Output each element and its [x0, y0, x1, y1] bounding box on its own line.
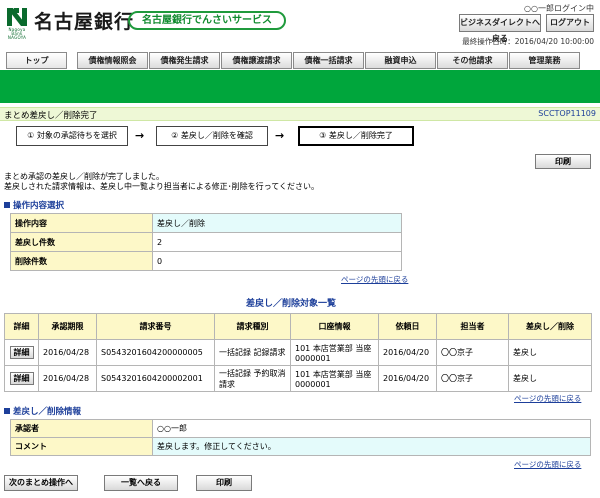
detail-cell: 詳細: [4, 339, 39, 366]
request-no-cell: S0543201604200000005: [96, 339, 215, 366]
remand-instruction: 差戻しされた請求情報は、差戻し中一覧より担当者による修正･削除を行ってください。: [4, 182, 319, 191]
account-cell: 101 本店営業部 当座 0000001: [290, 339, 379, 366]
tab-other-requests[interactable]: その他請求: [437, 52, 508, 69]
remand-info-table: 承認者 ○○一郎 コメント 差戻します。修正してください。: [10, 419, 591, 456]
tab-claim-transfer[interactable]: 債権譲渡請求: [221, 52, 292, 69]
back-to-top-link-1[interactable]: ページの先頭に戻る: [341, 274, 408, 285]
col-action: 差戻し／削除: [508, 313, 592, 340]
col-person: 担当者: [436, 313, 509, 340]
table-header-row: 詳細 承認期限 請求番号 請求種別 口座情報 依頼日 担当者 差戻し／削除: [4, 313, 592, 340]
section-square-icon: [4, 408, 10, 414]
list-title: 差戻し／削除対象一覧: [246, 299, 337, 309]
back-to-top-link-2[interactable]: ページの先頭に戻る: [514, 393, 581, 404]
screen-id: SCCTOP11109: [538, 109, 596, 118]
deadline-cell: 2016/04/28: [38, 365, 97, 392]
tab-admin[interactable]: 管理業務: [509, 52, 580, 69]
section-square-icon: [4, 202, 10, 208]
col-request-date: 依頼日: [378, 313, 437, 340]
request-date-cell: 2016/04/20: [378, 339, 437, 366]
delete-count-value: 0: [152, 251, 402, 271]
delete-count-label: 削除件数: [10, 251, 153, 271]
table-row: 削除件数 0: [10, 251, 402, 271]
remand-count-label: 差戻し件数: [10, 232, 153, 252]
comment-value: 差戻します。修正してください。: [152, 437, 591, 456]
detail-button[interactable]: 詳細: [9, 372, 34, 385]
tab-top[interactable]: トップ: [6, 52, 67, 69]
logo-subtext: Nagoya Bank NAGOYA: [7, 27, 27, 40]
tab-loan-application[interactable]: 融資申込: [365, 52, 436, 69]
person-cell: 〇〇京子: [436, 339, 509, 366]
col-request-no: 請求番号: [96, 313, 215, 340]
table-row: 詳細 2016/04/28 S0543201604200002001 一括記録 …: [4, 365, 592, 392]
deadline-cell: 2016/04/28: [38, 339, 97, 366]
operation-section-title: 操作内容選択: [13, 201, 65, 211]
table-row: 操作内容 差戻し／削除: [10, 213, 402, 233]
operation-table: 操作内容 差戻し／削除 差戻し件数 2 削除件数 0: [10, 213, 402, 271]
approver-label: 承認者: [10, 419, 153, 438]
remand-section-heading: 差戻し／削除情報: [4, 405, 81, 417]
step-complete: ③ 差戻し／削除完了: [298, 126, 414, 146]
request-type-cell: 一括記録 記録請求: [214, 339, 291, 366]
login-user: ○○一郎ログイン中: [524, 4, 594, 13]
tab-bulk-request[interactable]: 債権一括請求: [293, 52, 364, 69]
col-detail: 詳細: [4, 313, 39, 340]
last-operation-time: 最終操作日時：2016/04/20 10:00:00: [462, 37, 594, 46]
step-arrow-1: →: [135, 129, 145, 142]
page-title: まとめ差戻し／削除完了: [4, 111, 98, 121]
operation-value: 差戻し／削除: [152, 213, 402, 233]
print-button-top[interactable]: 印刷: [535, 154, 591, 169]
approver-value: ○○一郎: [152, 419, 591, 438]
comment-label: コメント: [10, 437, 153, 456]
business-direct-button[interactable]: ビジネスダイレクトへ戻る: [459, 14, 541, 43]
print-button-bottom[interactable]: 印刷: [196, 475, 252, 491]
table-row: 差戻し件数 2: [10, 232, 402, 252]
request-type-cell: 一括記録 予約取消請求: [214, 365, 291, 392]
next-batch-button[interactable]: 次のまとめ操作へ: [4, 475, 78, 491]
logout-button[interactable]: ログアウト: [546, 14, 594, 32]
tab-claim-inquiry[interactable]: 債権情報照会: [77, 52, 148, 69]
request-date-cell: 2016/04/20: [378, 365, 437, 392]
action-cell: 差戻し: [508, 365, 592, 392]
table-row: 承認者 ○○一郎: [10, 419, 591, 438]
bank-name: 名古屋銀行: [34, 11, 135, 33]
col-deadline: 承認期限: [38, 313, 97, 340]
tab-claim-issue[interactable]: 債権発生請求: [149, 52, 220, 69]
remand-list-table: 詳細 承認期限 請求番号 請求種別 口座情報 依頼日 担当者 差戻し／削除 詳細…: [4, 313, 592, 392]
main-tabs: トップ 債権情報照会 債権発生請求 債権譲渡請求 債権一括請求 融資申込 その他…: [6, 52, 594, 69]
detail-button[interactable]: 詳細: [9, 346, 34, 359]
table-row: コメント 差戻します。修正してください。: [10, 437, 591, 456]
back-to-list-button[interactable]: 一覧へ戻る: [104, 475, 178, 491]
request-no-cell: S0543201604200002001: [96, 365, 215, 392]
complete-message: まとめ承認の差戻し／削除が完了しました。: [4, 172, 164, 181]
col-request-type: 請求種別: [214, 313, 291, 340]
remand-count-value: 2: [152, 232, 402, 252]
operation-label: 操作内容: [10, 213, 153, 233]
action-cell: 差戻し: [508, 339, 592, 366]
detail-cell: 詳細: [4, 365, 39, 392]
step-select: ① 対象の承認待ちを選択: [16, 126, 128, 146]
back-to-top-link-3[interactable]: ページの先頭に戻る: [514, 459, 581, 470]
account-cell: 101 本店営業部 当座 0000001: [290, 365, 379, 392]
bank-logo-icon: [7, 8, 27, 26]
step-arrow-2: →: [275, 129, 285, 142]
operation-section-heading: 操作内容選択: [4, 199, 64, 211]
person-cell: 〇〇京子: [436, 365, 509, 392]
remand-section-title: 差戻し／削除情報: [13, 407, 82, 417]
service-name: 名古屋銀行でんさいサービス: [128, 11, 286, 30]
green-banner: [0, 70, 600, 103]
step-confirm: ② 差戻し／削除を確認: [156, 126, 268, 146]
table-row: 詳細 2016/04/28 S0543201604200000005 一括記録 …: [4, 339, 592, 366]
col-account: 口座情報: [290, 313, 379, 340]
bank-logo: Nagoya Bank NAGOYA: [4, 6, 30, 40]
